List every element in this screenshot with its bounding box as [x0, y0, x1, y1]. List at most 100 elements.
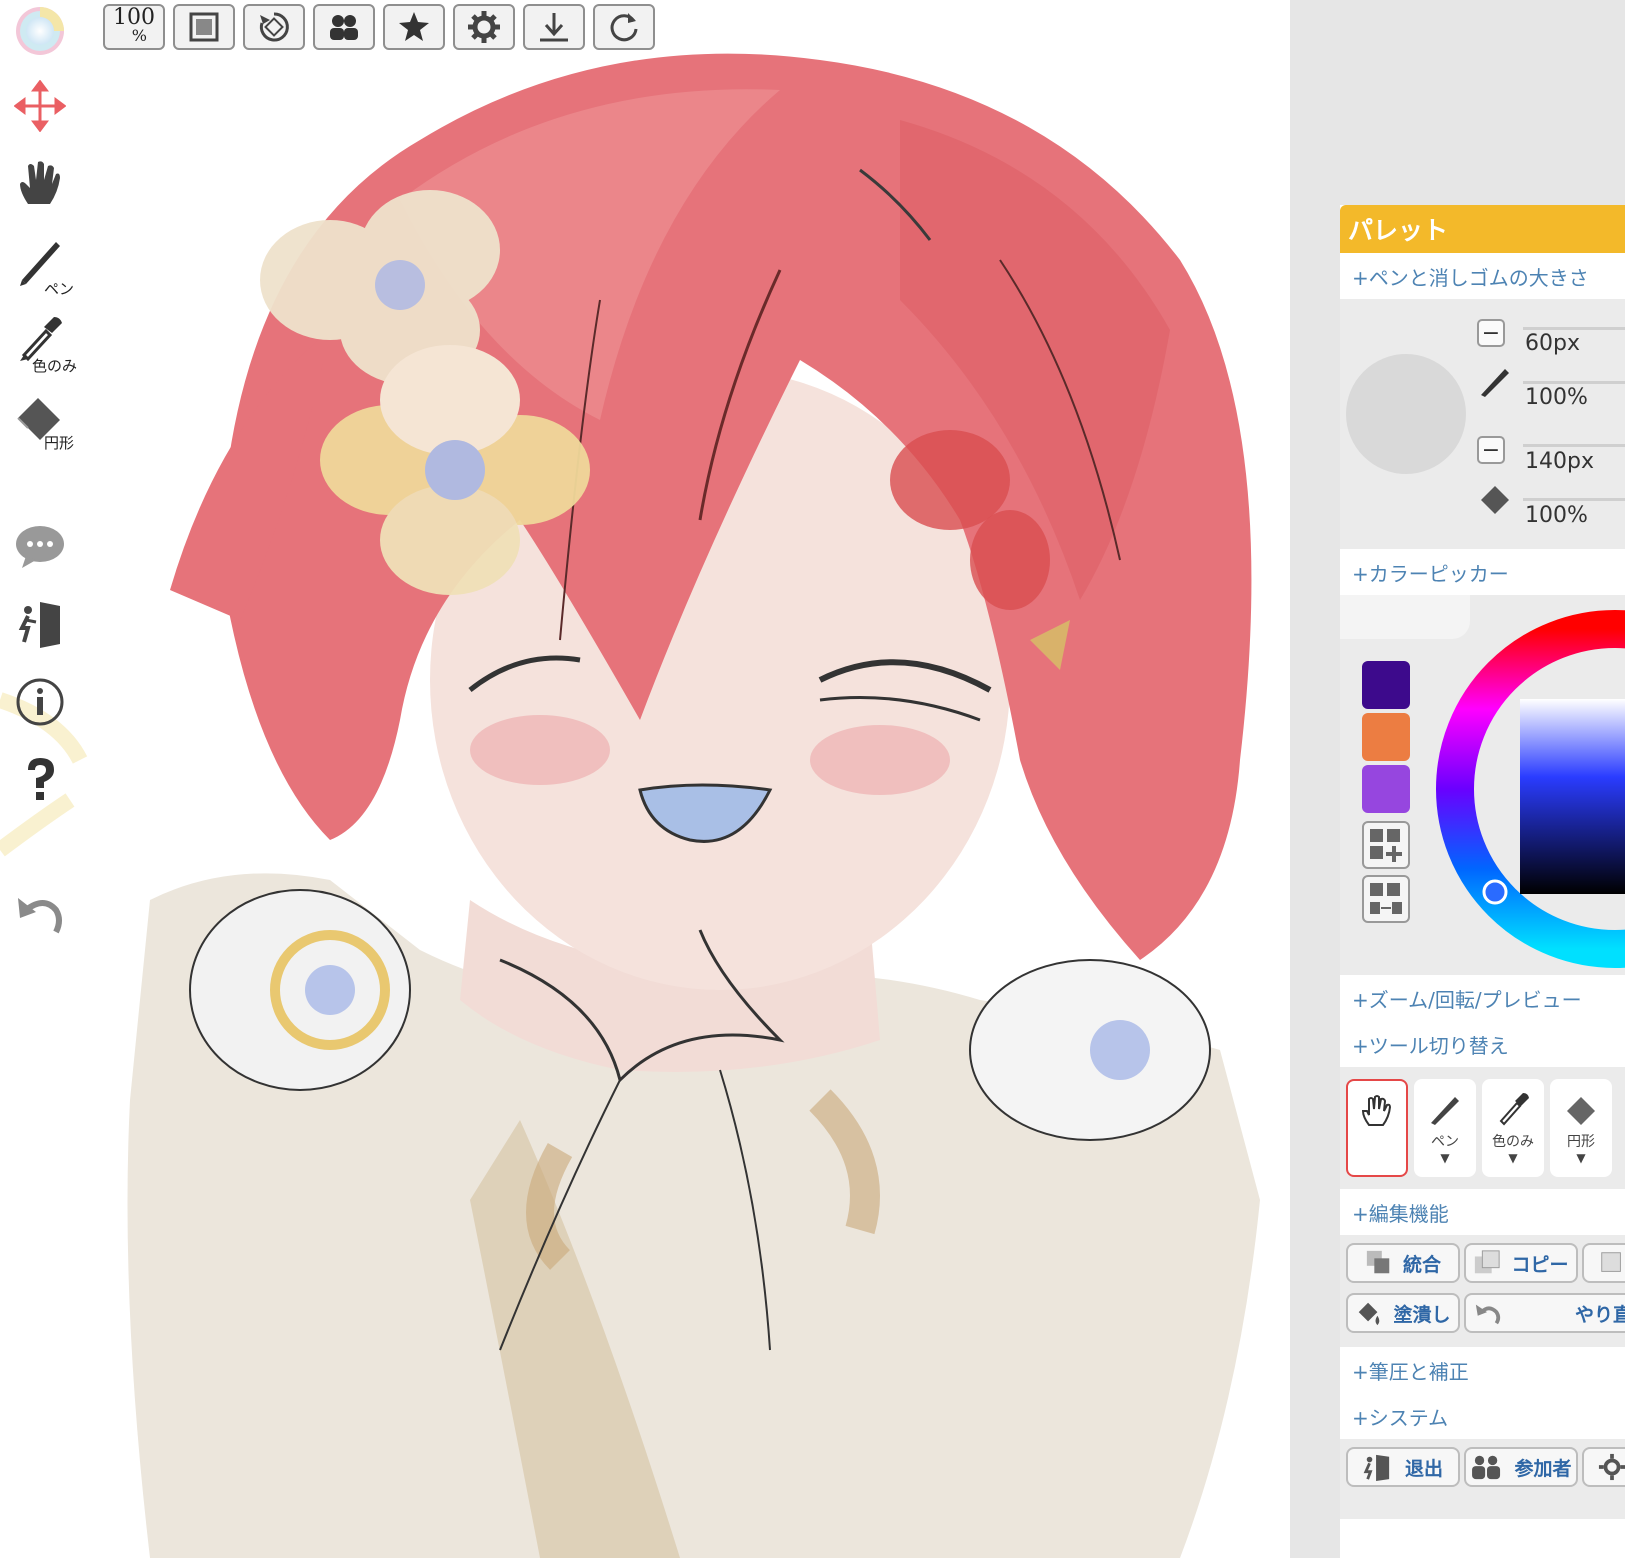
merge-layers-button[interactable]: 統合	[1346, 1243, 1460, 1283]
move-arrows-icon	[14, 80, 66, 132]
brush-size-section-toggle[interactable]: +ペンと消しゴムの大きさ	[1340, 253, 1625, 299]
eraser-opacity-slider[interactable]	[1523, 498, 1625, 501]
exit-label: 退出	[1404, 1457, 1443, 1480]
chat-button[interactable]	[14, 520, 84, 572]
tool-tile-hand[interactable]	[1346, 1079, 1408, 1177]
tool-switch-section-toggle[interactable]: +ツール切り替え	[1340, 1021, 1625, 1067]
hand-tool[interactable]	[14, 158, 84, 210]
tool-tile-pen[interactable]: ペン ▼	[1414, 1079, 1476, 1177]
system-section-toggle[interactable]: +システム	[1340, 1393, 1625, 1439]
saturation-square	[1520, 699, 1625, 894]
exit-door-icon	[18, 602, 60, 648]
fit-screen-button[interactable]	[173, 4, 235, 50]
hue-ring[interactable]	[1435, 609, 1625, 969]
eraser-size-value: 140px	[1525, 449, 1594, 474]
reload-icon	[610, 13, 638, 42]
tool-tile-label: 円形	[1567, 1134, 1595, 1150]
dropdown-arrow-icon: ▼	[1576, 1151, 1586, 1165]
zoom-indicator: 100 %	[113, 7, 155, 45]
palette-header[interactable]: パレット	[1340, 205, 1625, 253]
add-swatch-button[interactable]	[1362, 821, 1410, 869]
color-swatch[interactable]	[1362, 765, 1410, 813]
pen-opacity-slider[interactable]	[1523, 381, 1625, 384]
eyedropper-tool-label: 色のみ	[32, 357, 78, 375]
help-question-icon	[28, 758, 54, 800]
layer-button-partial[interactable]	[1582, 1243, 1625, 1283]
zoom-reset-button[interactable]: 100 %	[103, 4, 165, 50]
eraser-size-slider[interactable]	[1523, 444, 1625, 447]
color-swatch[interactable]	[1362, 661, 1410, 709]
top-toolbar: 100 %	[103, 4, 655, 54]
color-wheel-button[interactable]	[14, 5, 84, 57]
settings-button[interactable]	[453, 4, 515, 50]
palette-panel: パレット +ペンと消しゴムの大きさ − 60px 100% − 140px 10…	[1340, 205, 1625, 1558]
redo-button[interactable]: やり直	[1464, 1293, 1625, 1333]
fit-screen-icon	[189, 12, 219, 42]
swap-swatch-icon	[1370, 883, 1402, 914]
copy-layer-button[interactable]: コピー	[1464, 1243, 1578, 1283]
undo-arrow-icon	[18, 898, 62, 934]
participants-icon	[330, 15, 358, 40]
zoom-rotate-preview-toggle[interactable]: +ズーム/回転/プレビュー	[1340, 975, 1625, 1021]
tool-tile-eyedropper[interactable]: 色のみ ▼	[1482, 1079, 1544, 1177]
edit-section: 統合 コピー 塗潰し やり直	[1340, 1235, 1625, 1347]
pen-size-decrease-button[interactable]: −	[1477, 319, 1505, 347]
pen-tool[interactable]: ペン	[14, 236, 84, 299]
pen-size-slider[interactable]	[1523, 327, 1625, 330]
help-button[interactable]	[14, 754, 84, 806]
color-picker-section-toggle[interactable]: +カラーピッカー	[1340, 549, 1625, 595]
eyedropper-icon	[1499, 1093, 1529, 1126]
drawing-canvas[interactable]	[0, 0, 1290, 1558]
info-button[interactable]	[14, 676, 84, 728]
color-picker-section	[1340, 595, 1625, 975]
merge-layers-icon	[1366, 1250, 1390, 1274]
color-wheel-icon	[16, 7, 64, 55]
participants-list-button[interactable]: 参加者	[1464, 1447, 1578, 1487]
merge-label: 統合	[1402, 1253, 1441, 1276]
exit-room-button[interactable]: 退出	[1346, 1447, 1460, 1487]
gear-icon	[468, 11, 500, 43]
undo-button[interactable]	[14, 888, 84, 940]
rotate-canvas-icon	[259, 12, 289, 42]
pen-tool-label: ペン	[44, 280, 75, 298]
add-swatch-icon	[1370, 829, 1402, 862]
participants-icon	[1472, 1455, 1501, 1480]
eraser-icon	[1567, 1097, 1595, 1125]
brush-preview	[1346, 354, 1466, 474]
exit-door-icon	[1363, 1454, 1390, 1481]
fill-button[interactable]: 塗潰し	[1346, 1293, 1460, 1333]
tool-tile-label: ペン	[1431, 1134, 1459, 1150]
pen-size-value: 60px	[1525, 331, 1580, 356]
system-settings-button[interactable]	[1582, 1447, 1625, 1487]
dropdown-arrow-icon: ▼	[1508, 1151, 1518, 1165]
copy-layer-icon	[1475, 1250, 1501, 1274]
pen-opacity-value: 100%	[1525, 385, 1588, 410]
brush-size-section: − 60px 100% − 140px 100%	[1340, 299, 1625, 549]
redo-arrow-icon	[1475, 1304, 1501, 1325]
tool-tile-label: 色のみ	[1492, 1134, 1534, 1150]
pressure-correction-toggle[interactable]: +筆圧と補正	[1340, 1347, 1625, 1393]
color-swatch[interactable]	[1362, 713, 1410, 761]
star-icon	[399, 12, 429, 41]
swap-swatch-button[interactable]	[1362, 875, 1410, 923]
eyedropper-tool[interactable]: 色のみ	[14, 313, 84, 376]
participants-button[interactable]	[313, 4, 375, 50]
exit-button[interactable]	[14, 598, 84, 650]
move-tool[interactable]	[14, 80, 84, 132]
eraser-tool[interactable]: 円形	[14, 390, 84, 453]
download-button[interactable]	[523, 4, 585, 50]
layer-icon	[1601, 1252, 1621, 1272]
hand-icon	[1361, 1095, 1392, 1126]
edit-section-toggle[interactable]: +編集機能	[1340, 1189, 1625, 1235]
eraser-opacity-value: 100%	[1525, 503, 1588, 528]
reload-button[interactable]	[593, 4, 655, 50]
fill-label: 塗潰し	[1393, 1303, 1451, 1326]
participants-label: 参加者	[1514, 1457, 1572, 1480]
gear-icon	[1598, 1453, 1625, 1481]
favorite-button[interactable]	[383, 4, 445, 50]
eraser-size-decrease-button[interactable]: −	[1477, 436, 1505, 464]
download-icon	[540, 13, 568, 42]
tool-tile-eraser[interactable]: 円形 ▼	[1550, 1079, 1612, 1177]
rotate-reset-button[interactable]	[243, 4, 305, 50]
redo-label: やり直	[1574, 1303, 1625, 1326]
